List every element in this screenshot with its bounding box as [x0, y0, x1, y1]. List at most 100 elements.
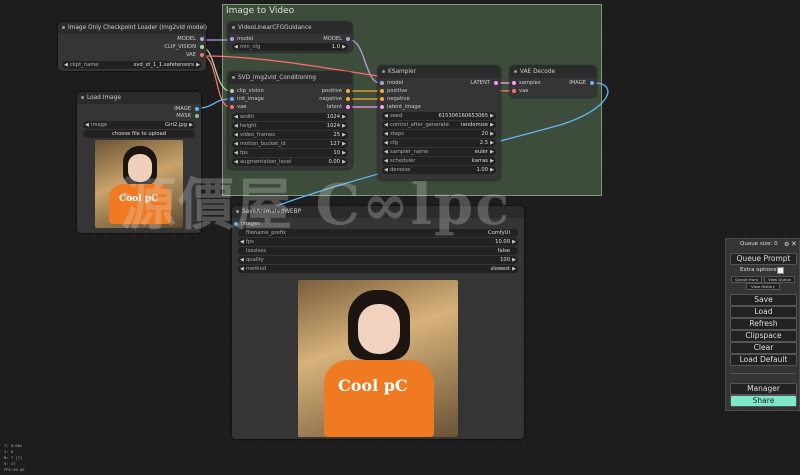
- widget-label: width: [240, 114, 255, 120]
- load-default-button[interactable]: Load Default: [730, 354, 797, 366]
- node-checkpoint-loader[interactable]: Image Only Checkpoint Loader (img2vid mo…: [58, 22, 207, 71]
- sampler-name-combo[interactable]: ◀ sampler_name euler ▶: [382, 148, 496, 156]
- arrow-right-icon[interactable]: ▶: [512, 256, 516, 264]
- lossless-toggle[interactable]: lossless false: [238, 247, 518, 255]
- stat-i: I: 0: [4, 449, 14, 454]
- widget-value: 127: [330, 141, 340, 147]
- widget-label: image: [91, 122, 108, 128]
- arrow-left-icon[interactable]: ◀: [240, 256, 244, 264]
- output-clip-vision-slot[interactable]: [200, 45, 204, 49]
- arrow-left-icon[interactable]: ◀: [240, 265, 244, 273]
- arrow-right-icon[interactable]: ▶: [342, 113, 346, 121]
- ckpt-name-combo[interactable]: ◀ ckpt_name svd_xt_1_1.safetensors ▶: [62, 61, 202, 69]
- output-latent-slot[interactable]: [346, 105, 350, 109]
- share-button[interactable]: Share: [730, 395, 797, 407]
- widget-value: Girl2.jpg: [164, 122, 187, 128]
- arrow-right-icon[interactable]: ▶: [512, 265, 516, 273]
- output-positive-slot[interactable]: [346, 89, 350, 93]
- queue-front-button[interactable]: Queue Front: [731, 276, 762, 283]
- arrow-left-icon[interactable]: ◀: [384, 130, 388, 138]
- widget-label: sampler_name: [390, 149, 429, 155]
- video-frames-number[interactable]: ◀ video_frames 25 ▶: [232, 131, 348, 139]
- control-after-generate-combo[interactable]: ◀ control_after_generate randomize ▶: [382, 121, 496, 129]
- arrow-right-icon[interactable]: ▶: [342, 43, 346, 51]
- width-number[interactable]: ◀ width 1024 ▶: [232, 113, 348, 121]
- wire-clip-vision: [202, 47, 231, 92]
- node-video-linear-cfg-guidance[interactable]: VideoLinearCFGGuidance model MODEL ◀ min…: [228, 22, 352, 52]
- arrow-left-icon[interactable]: ◀: [384, 139, 388, 147]
- arrow-left-icon[interactable]: ◀: [384, 148, 388, 156]
- arrow-left-icon[interactable]: ◀: [234, 43, 238, 51]
- height-number[interactable]: ◀ height 1024 ▶: [232, 122, 348, 130]
- output-model-slot[interactable]: [346, 37, 350, 41]
- view-history-button[interactable]: View History: [746, 283, 780, 290]
- close-icon[interactable]: ✕: [791, 240, 797, 248]
- min-cfg-number[interactable]: ◀ min_cfg 1.0 ▶: [232, 43, 348, 51]
- view-queue-button[interactable]: View Queue: [764, 276, 795, 283]
- arrow-right-icon[interactable]: ▶: [512, 238, 516, 246]
- arrow-right-icon[interactable]: ▶: [189, 121, 193, 129]
- load-button[interactable]: Load: [730, 306, 797, 318]
- manager-button[interactable]: Manager: [730, 383, 797, 395]
- arrow-left-icon[interactable]: ◀: [234, 131, 238, 139]
- quality-number[interactable]: ◀ quality 100 ▶: [238, 256, 518, 264]
- node-title: SVD_img2vid_Conditioning: [228, 72, 352, 84]
- arrow-right-icon[interactable]: ▶: [490, 148, 494, 156]
- input-latent-image-slot[interactable]: [380, 105, 384, 109]
- output-image-slot[interactable]: [195, 107, 199, 111]
- refresh-button[interactable]: Refresh: [730, 318, 797, 330]
- arrow-right-icon[interactable]: ▶: [342, 131, 346, 139]
- input-model-slot[interactable]: [230, 37, 234, 41]
- arrow-right-icon[interactable]: ▶: [342, 140, 346, 148]
- output-vae-slot[interactable]: [200, 53, 204, 57]
- input-init-image-slot[interactable]: [230, 97, 234, 101]
- node-svd-img2vid-conditioning[interactable]: SVD_img2vid_Conditioning clip_vision ini…: [228, 72, 352, 169]
- arrow-right-icon[interactable]: ▶: [490, 121, 494, 129]
- arrow-right-icon[interactable]: ▶: [490, 130, 494, 138]
- arrow-right-icon[interactable]: ▶: [490, 112, 494, 120]
- arrow-right-icon[interactable]: ▶: [342, 149, 346, 157]
- gear-icon[interactable]: ⚙: [784, 241, 789, 248]
- input-clip-vision-slot[interactable]: [230, 89, 234, 93]
- output-image-slot[interactable]: [590, 81, 594, 85]
- extra-options-checkbox[interactable]: [777, 267, 784, 274]
- output-mask-slot[interactable]: [195, 114, 199, 118]
- arrow-left-icon[interactable]: ◀: [234, 122, 238, 130]
- steps-number[interactable]: ◀ steps 20 ▶: [382, 130, 496, 138]
- arrow-left-icon[interactable]: ◀: [384, 112, 388, 120]
- save-button[interactable]: Save: [730, 294, 797, 306]
- arrow-left-icon[interactable]: ◀: [64, 61, 68, 69]
- arrow-right-icon[interactable]: ▶: [342, 122, 346, 130]
- arrow-left-icon[interactable]: ◀: [85, 121, 89, 129]
- stat-nodes: N: 7 [7]: [4, 455, 23, 460]
- arrow-right-icon[interactable]: ▶: [196, 61, 200, 69]
- arrow-left-icon[interactable]: ◀: [234, 113, 238, 121]
- queue-prompt-button[interactable]: Queue Prompt: [730, 253, 797, 265]
- widget-value: 100: [500, 257, 510, 263]
- arrow-left-icon[interactable]: ◀: [234, 149, 238, 157]
- fps-number[interactable]: ◀ fps 10 ▶: [232, 149, 348, 157]
- arrow-left-icon[interactable]: ◀: [234, 140, 238, 148]
- seed-number[interactable]: ◀ seed 615306160653065 ▶: [382, 112, 496, 120]
- upload-button[interactable]: choose file to upload: [83, 130, 195, 138]
- cfg-number[interactable]: ◀ cfg 2.5 ▶: [382, 139, 496, 147]
- output-latent-slot[interactable]: [494, 81, 498, 85]
- output-negative-slot[interactable]: [346, 97, 350, 101]
- input-negative-slot[interactable]: [380, 97, 384, 101]
- widget-label: steps: [390, 131, 404, 137]
- arrow-left-icon[interactable]: ◀: [384, 121, 388, 129]
- image-combo[interactable]: ◀ image Girl2.jpg ▶: [83, 121, 195, 129]
- arrow-right-icon[interactable]: ▶: [490, 139, 494, 147]
- input-model-slot[interactable]: [380, 81, 384, 85]
- input-positive-slot[interactable]: [380, 89, 384, 93]
- motion-bucket-id-number[interactable]: ◀ motion_bucket_id 127 ▶: [232, 140, 348, 148]
- input-samples-slot[interactable]: [512, 81, 516, 85]
- input-vae-slot[interactable]: [230, 105, 234, 109]
- widget-value: 615306160653065: [438, 113, 488, 119]
- method-combo[interactable]: ◀ method slowest ▶: [238, 265, 518, 273]
- output-model-slot[interactable]: [200, 37, 204, 41]
- clear-button[interactable]: Clear: [730, 342, 797, 354]
- clipspace-button[interactable]: Clipspace: [730, 330, 797, 342]
- input-vae-slot[interactable]: [512, 89, 516, 93]
- node-vae-decode[interactable]: VAE Decode samples vae IMAGE: [510, 66, 596, 97]
